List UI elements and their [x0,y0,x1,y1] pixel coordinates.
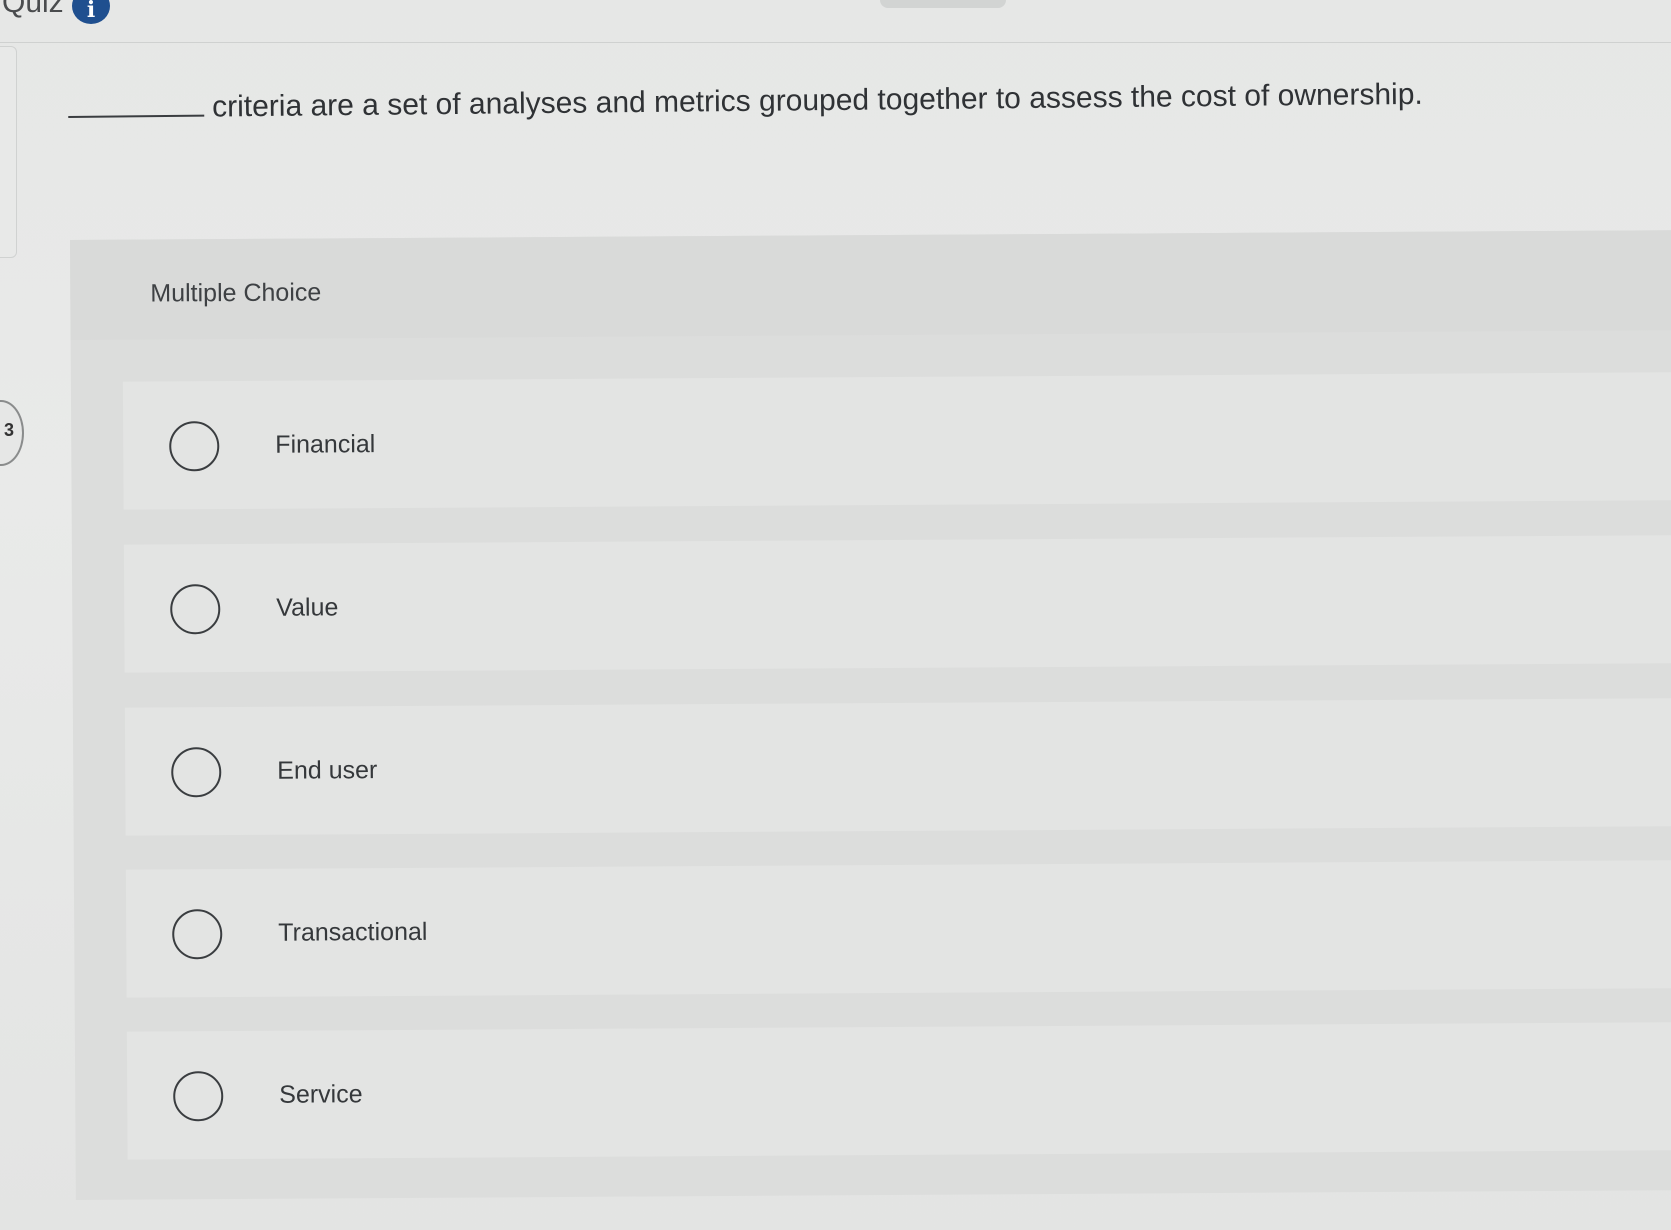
fill-in-blank [68,114,205,118]
radio-button[interactable] [169,421,220,472]
choice-financial[interactable]: Financial [122,372,1671,510]
choice-label[interactable]: Financial [275,430,375,460]
left-side-panel [0,46,17,258]
radio-button[interactable] [173,1071,224,1122]
choice-transactional[interactable]: Transactional [125,860,1671,998]
radio-button[interactable] [171,747,222,798]
top-tab[interactable] [880,0,1006,8]
panel-header: Multiple Choice [70,230,1671,340]
choice-label[interactable]: End user [277,756,377,786]
radio-button[interactable] [172,909,223,960]
choice-label[interactable]: Service [279,1080,363,1110]
quiz-title: Quiz [2,0,64,19]
choice-value[interactable]: Value [123,535,1671,673]
info-icon[interactable]: i [72,0,110,24]
question-number-badge[interactable]: 3 [0,400,24,466]
question-prompt: criteria are a set of analyses and metri… [68,76,1568,126]
choice-label[interactable]: Value [276,593,338,622]
choice-service[interactable]: Service [126,1022,1671,1160]
answer-panel: Multiple Choice Financial Value End user… [70,230,1671,1200]
radio-button[interactable] [170,584,221,635]
question-number: 3 [3,420,14,440]
quiz-header: Quiz i [0,0,1671,43]
choice-end-user[interactable]: End user [124,698,1671,836]
choice-label[interactable]: Transactional [278,918,427,948]
question-type-label: Multiple Choice [150,278,322,308]
question-text: criteria are a set of analyses and metri… [211,77,1423,124]
